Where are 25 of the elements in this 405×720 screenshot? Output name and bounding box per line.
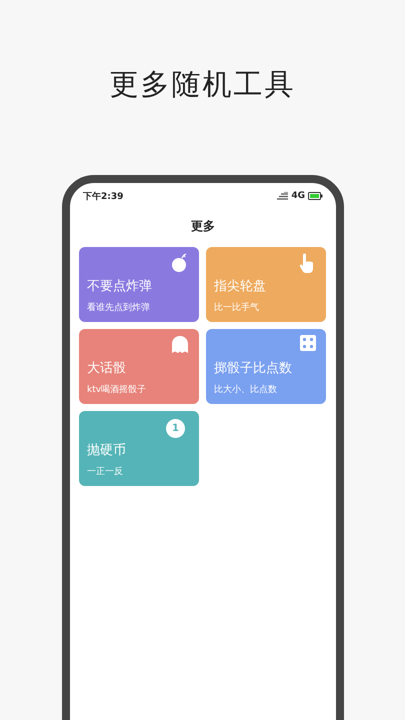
battery-icon <box>308 192 323 200</box>
status-time: 下午2:39 <box>83 190 124 202</box>
coin-icon: 1 <box>166 419 185 438</box>
tool-name: 抛硬币 <box>87 442 126 459</box>
tool-description: ktv喝酒摇骰子 <box>87 384 146 396</box>
tool-card[interactable]: 大话骰 ktv喝酒摇骰子 <box>79 329 199 404</box>
tool-card[interactable]: 掷骰子比点数 比大小、比点数 <box>206 329 326 404</box>
tool-description: 一正一反 <box>87 466 123 478</box>
tool-description: 比一比手气 <box>214 302 259 314</box>
network-label: 4G <box>291 191 305 201</box>
tool-name: 掷骰子比点数 <box>214 360 292 377</box>
dice-icon <box>300 335 316 351</box>
headline: 更多随机工具 <box>108 66 296 103</box>
tool-card[interactable]: 不要点炸弹 看谁先点到炸弹 <box>79 247 199 322</box>
pointing-hand-icon <box>298 253 316 273</box>
tool-name: 大话骰 <box>87 360 126 377</box>
tool-name: 不要点炸弹 <box>87 278 152 295</box>
page-title: 更多 <box>190 218 216 235</box>
signal-icon <box>277 192 288 200</box>
tool-description: 看谁先点到炸弹 <box>87 302 150 314</box>
tool-card[interactable]: 指尖轮盘 比一比手气 <box>206 247 326 322</box>
bomb-icon <box>171 253 189 273</box>
tool-description: 比大小、比点数 <box>214 384 277 396</box>
tool-card[interactable]: 1 抛硬币 一正一反 <box>79 411 199 486</box>
tool-name: 指尖轮盘 <box>214 278 266 295</box>
